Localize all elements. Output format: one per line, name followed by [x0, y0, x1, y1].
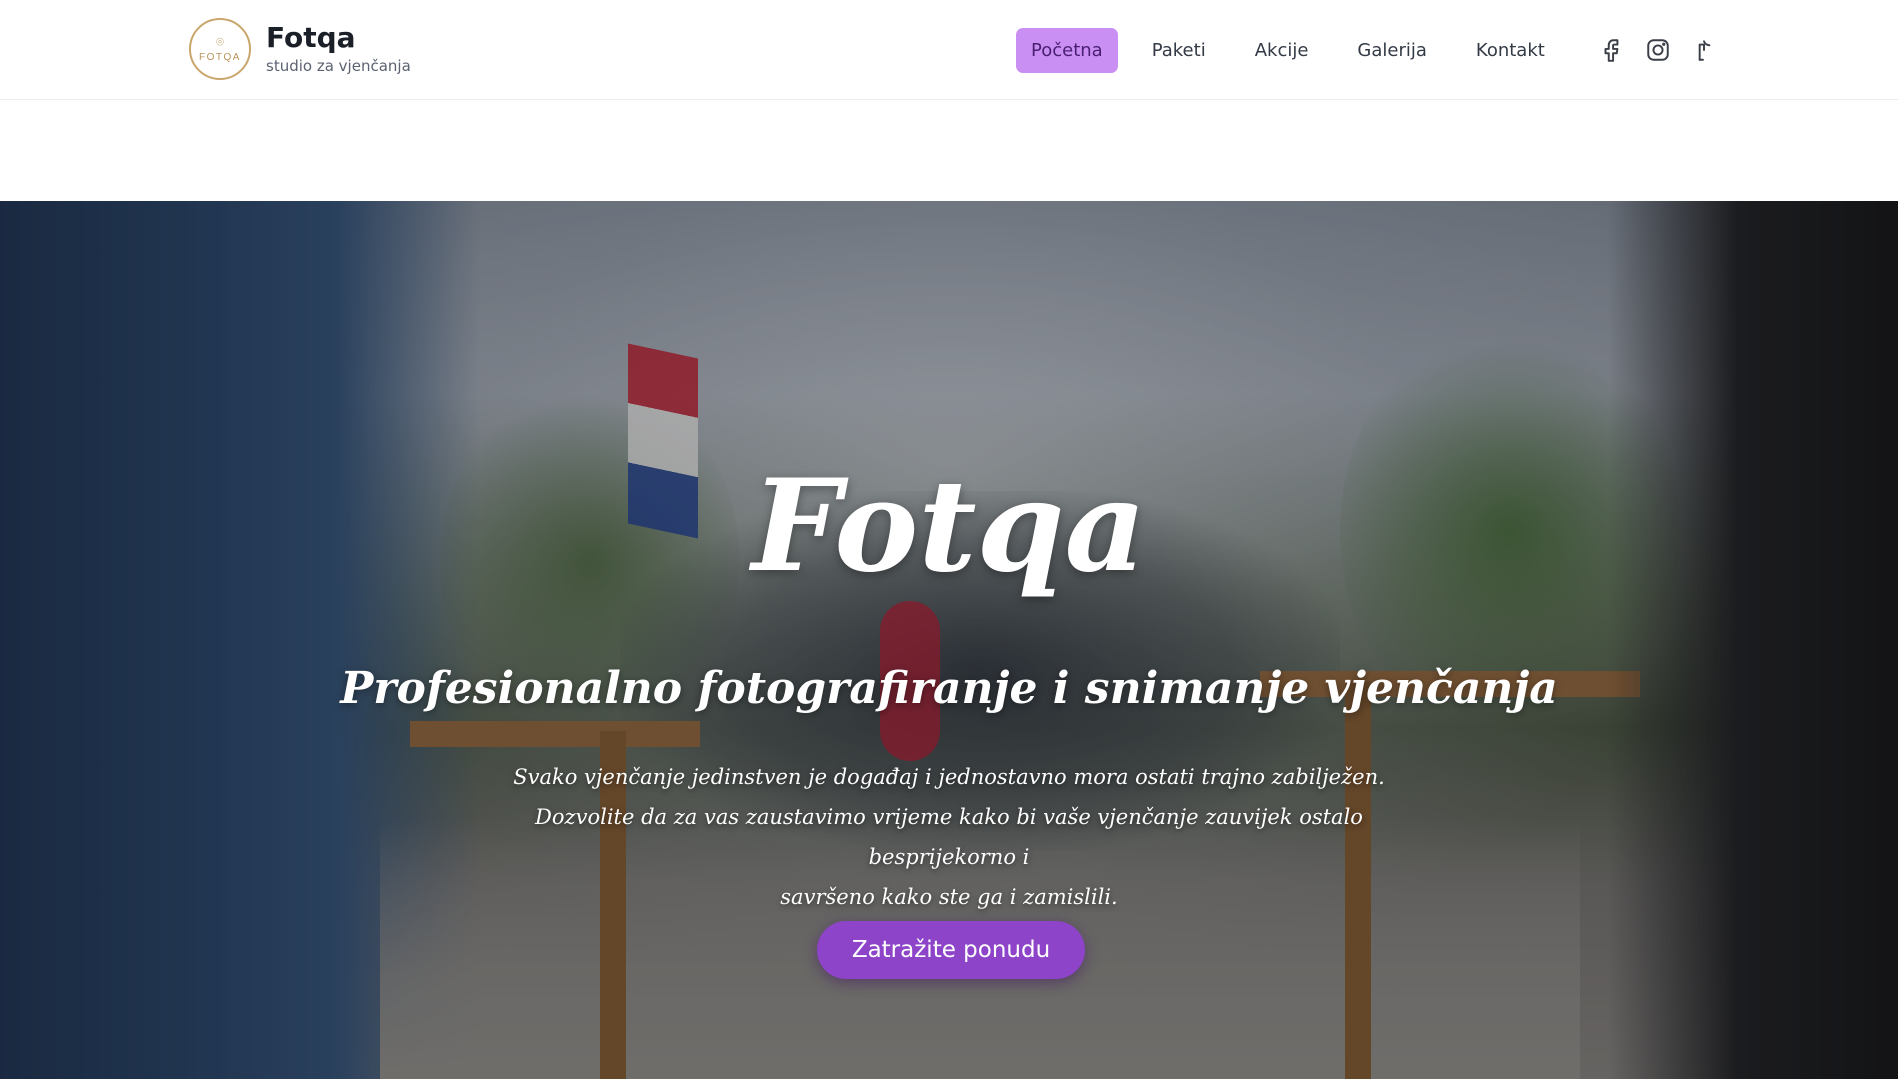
brand-name: Fotqa	[266, 21, 356, 55]
instagram-icon[interactable]	[1643, 35, 1673, 65]
hero-description-line: Svako vjenčanje jedinstven je događaj i …	[513, 765, 1385, 789]
camera-icon: ⌾	[216, 34, 224, 50]
site-header: ⌾ FOTQA Fotqa studio za vjenčanja Početn…	[0, 0, 1898, 100]
social-links	[1597, 35, 1735, 65]
brand[interactable]: ⌾ FOTQA Fotqa studio za vjenčanja	[189, 18, 411, 80]
tiktok-icon[interactable]	[1689, 35, 1719, 65]
hero-subtitle: Profesionalno fotografiranje i snimanje …	[340, 663, 1558, 714]
brand-tagline: studio za vjenčanja	[266, 56, 411, 75]
nav-item-galerija[interactable]: Galerija	[1342, 28, 1442, 73]
hero-description-line: Dozvolite da za vas zaustavimo vrijeme k…	[535, 805, 1363, 869]
logo[interactable]: ⌾ FOTQA	[189, 18, 251, 80]
logo-text: FOTQA	[199, 51, 241, 63]
hero-description-line: savršeno kako ste ga i zamislili.	[780, 885, 1118, 909]
hero-description: Svako vjenčanje jedinstven je događaj i …	[500, 757, 1398, 917]
hero-title: Fotqa	[751, 452, 1147, 600]
nav-item-kontakt[interactable]: Kontakt	[1461, 28, 1560, 73]
hero-section: Fotqa Profesionalno fotografiranje i sni…	[0, 201, 1898, 1079]
hero-content: Fotqa Profesionalno fotografiranje i sni…	[0, 201, 1898, 1079]
nav-item-paketi[interactable]: Paketi	[1137, 28, 1221, 73]
facebook-icon[interactable]	[1597, 35, 1627, 65]
main-nav: Početna Paketi Akcije Galerija Kontakt	[1016, 28, 1579, 73]
nav-item-pocetna[interactable]: Početna	[1016, 28, 1118, 73]
request-offer-button[interactable]: Zatražite ponudu	[817, 921, 1085, 979]
brand-text: Fotqa studio za vjenčanja	[266, 21, 411, 75]
nav-item-akcije[interactable]: Akcije	[1240, 28, 1324, 73]
